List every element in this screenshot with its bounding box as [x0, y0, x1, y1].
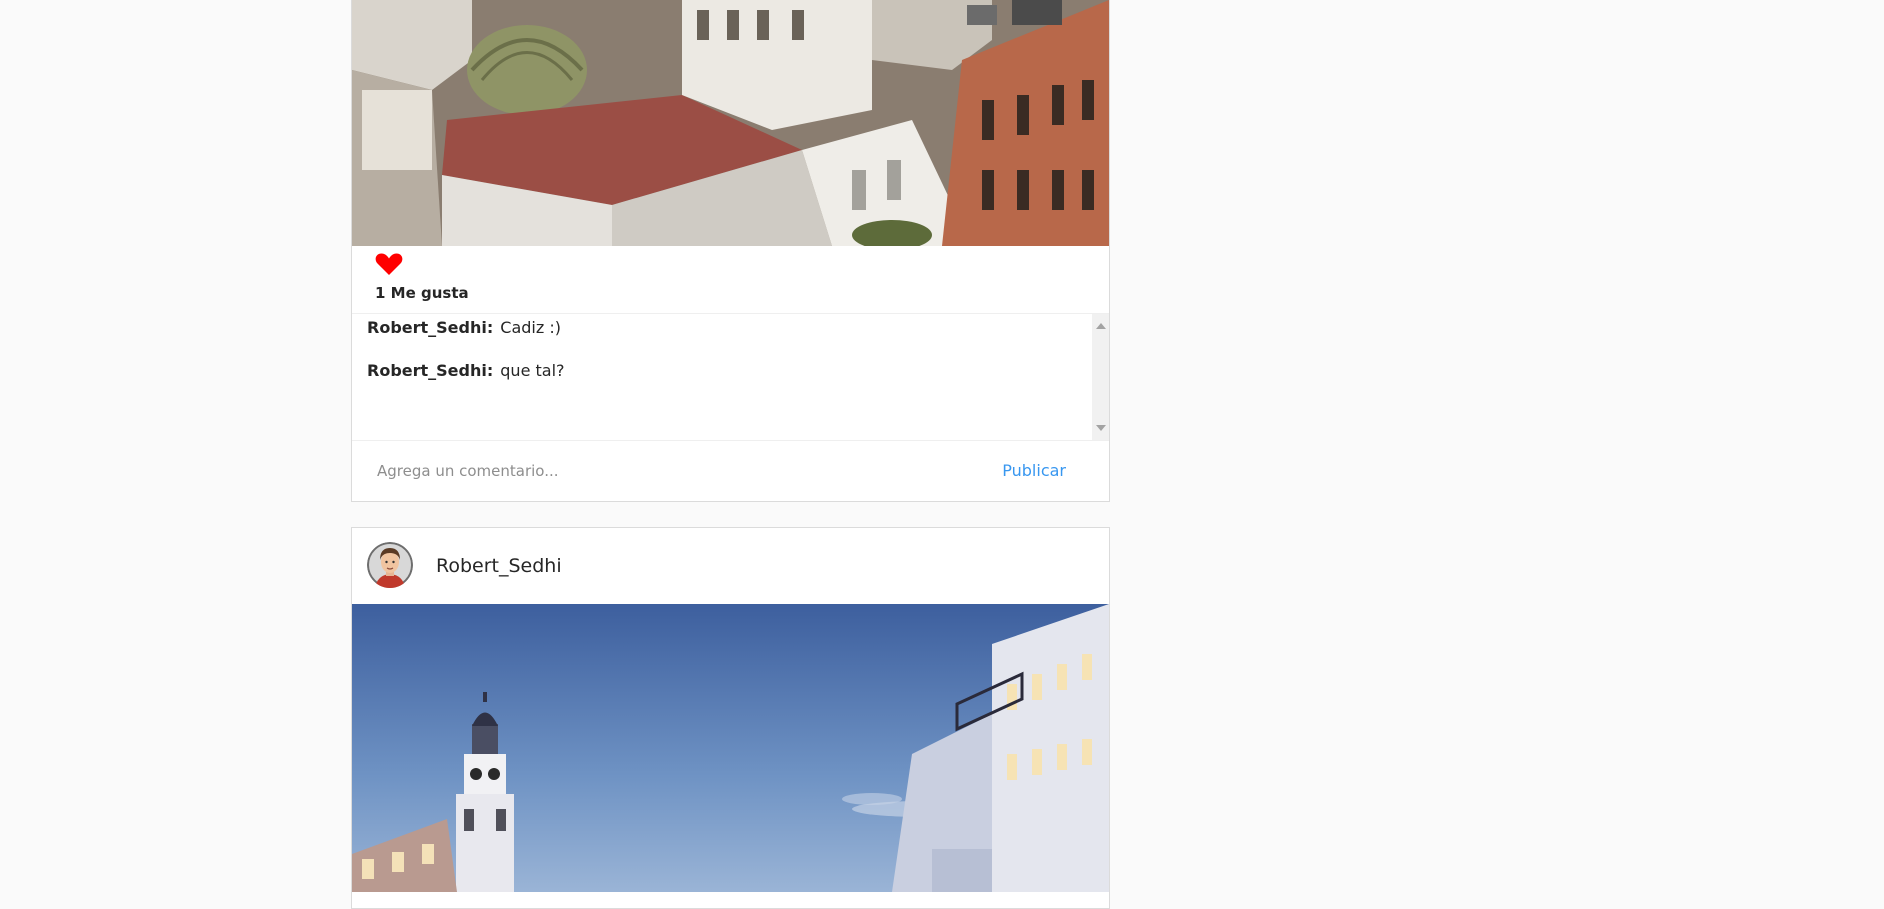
post-username[interactable]: Robert_Sedhi: [436, 555, 562, 577]
avatar-icon: [367, 542, 413, 588]
scroll-up-arrow-icon[interactable]: [1096, 323, 1106, 329]
comment-item: Robert_Sedhi: Cadiz :): [367, 318, 561, 337]
comment-input[interactable]: [377, 459, 977, 483]
likes-count: 1 Me gusta: [375, 284, 469, 302]
comment-item: Robert_Sedhi: que tal?: [367, 361, 565, 380]
post-photo[interactable]: [352, 604, 1109, 892]
publish-button[interactable]: Publicar: [1002, 461, 1066, 480]
comments-list[interactable]: Robert_Sedhi: Cadiz :) Robert_Sedhi: que t…: [352, 313, 1109, 441]
comments-scrollbar[interactable]: [1092, 314, 1109, 440]
post-card: Robert_Sedhi: [351, 527, 1110, 909]
heart-icon[interactable]: [375, 252, 403, 276]
post-card: 1 Me gusta Robert_Sedhi: Cadiz :) Robert_…: [351, 0, 1110, 502]
post-photo[interactable]: [352, 0, 1109, 246]
avatar[interactable]: [367, 542, 413, 588]
scroll-down-arrow-icon[interactable]: [1096, 425, 1106, 431]
comment-author[interactable]: Robert_Sedhi:: [367, 318, 493, 337]
comment-text: Cadiz :): [500, 318, 561, 337]
post-header: Robert_Sedhi: [352, 528, 1109, 603]
comment-text: que tal?: [500, 361, 565, 380]
comment-author[interactable]: Robert_Sedhi:: [367, 361, 493, 380]
comment-form: Publicar: [352, 440, 1109, 501]
